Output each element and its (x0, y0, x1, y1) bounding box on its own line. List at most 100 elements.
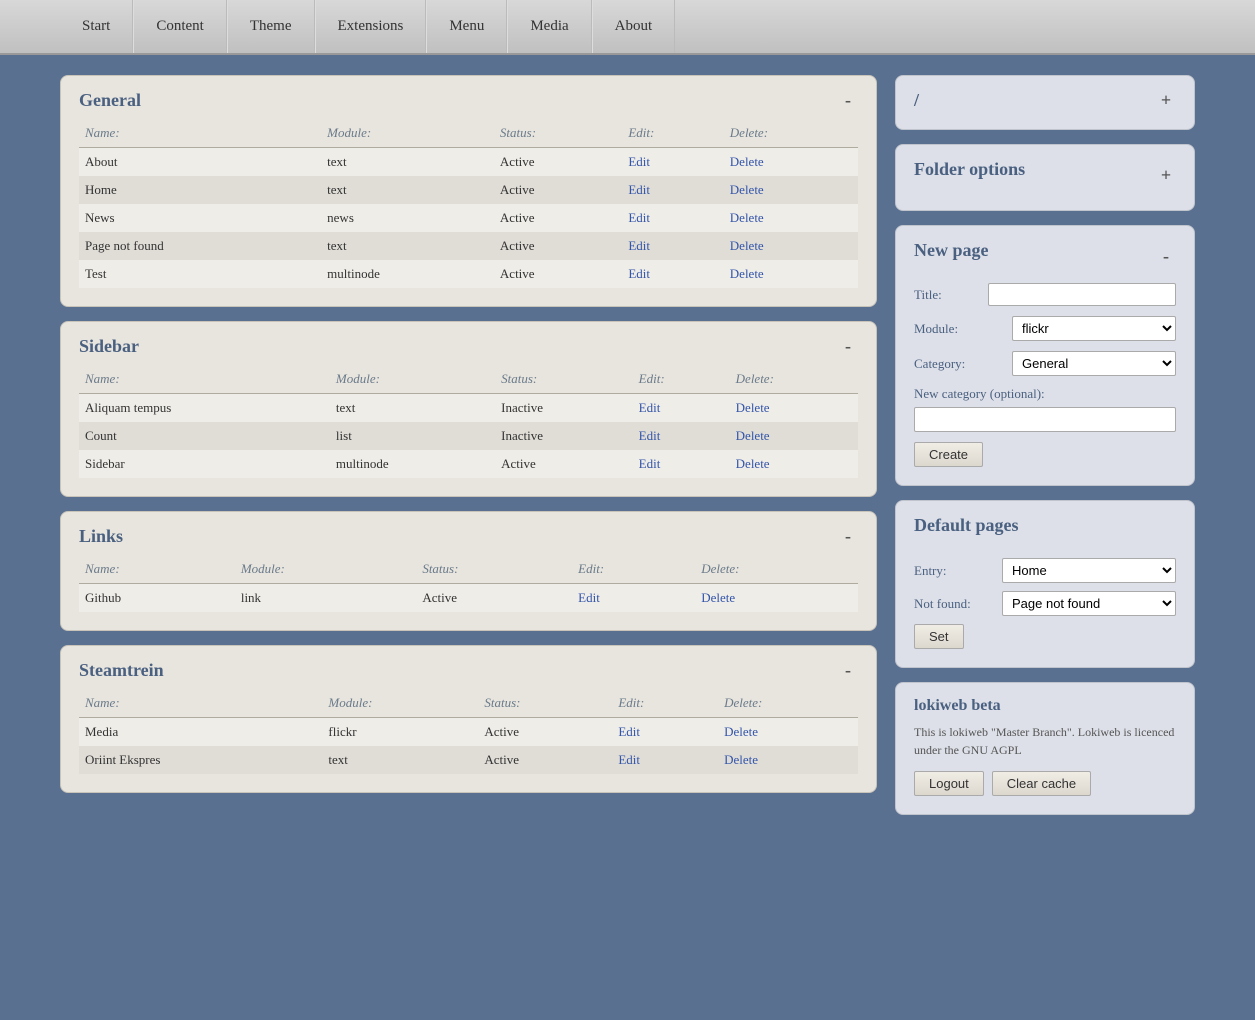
row-status: Inactive (495, 394, 633, 423)
links-section: Links - Name: Module: Status: Edit: Dele… (60, 511, 877, 631)
edit-link[interactable]: Edit (628, 154, 650, 169)
delete-link[interactable]: Delete (730, 266, 764, 281)
delete-link[interactable]: Delete (724, 752, 758, 767)
edit-link[interactable]: Edit (639, 456, 661, 471)
row-delete[interactable]: Delete (695, 584, 858, 613)
sidebar-col-edit: Edit: (633, 367, 730, 394)
edit-link[interactable]: Edit (628, 182, 650, 197)
nav-menu[interactable]: Menu (426, 0, 507, 53)
folder-toggle[interactable]: + (1156, 90, 1176, 111)
row-name: Sidebar (79, 450, 330, 478)
default-pages-header: Default pages (914, 515, 1176, 548)
folder-header: / + (914, 90, 1176, 111)
row-delete[interactable]: Delete (724, 148, 858, 177)
folder-options-toggle[interactable]: + (1156, 165, 1176, 186)
row-edit[interactable]: Edit (633, 394, 730, 423)
row-delete[interactable]: Delete (718, 718, 858, 747)
row-delete[interactable]: Delete (730, 422, 858, 450)
row-delete[interactable]: Delete (724, 176, 858, 204)
edit-link[interactable]: Edit (639, 400, 661, 415)
row-status: Active (478, 718, 612, 747)
row-name: Aliquam tempus (79, 394, 330, 423)
sidebar-toggle[interactable]: - (838, 336, 858, 357)
delete-link[interactable]: Delete (736, 456, 770, 471)
row-status: Active (494, 260, 622, 288)
new-category-group: New category (optional): Create (914, 386, 1176, 467)
row-delete[interactable]: Delete (718, 746, 858, 774)
delete-link[interactable]: Delete (724, 724, 758, 739)
row-edit[interactable]: Edit (612, 718, 718, 747)
module-select[interactable]: flickrtextnewslistlinkmultinode (1012, 316, 1176, 341)
delete-link[interactable]: Delete (730, 154, 764, 169)
folder-title: / (914, 90, 919, 111)
table-row: Github link Active Edit Delete (79, 584, 858, 613)
clear-cache-button[interactable]: Clear cache (992, 771, 1091, 796)
entry-select[interactable]: HomeAboutNewsPage not foundTest (1002, 558, 1176, 583)
links-toggle[interactable]: - (838, 526, 858, 547)
default-pages-panel: Default pages Entry: HomeAboutNewsPage n… (895, 500, 1195, 668)
nav-extensions[interactable]: Extensions (315, 0, 427, 53)
new-page-toggle[interactable]: - (1156, 246, 1176, 267)
delete-link[interactable]: Delete (736, 428, 770, 443)
nav-content[interactable]: Content (133, 0, 227, 53)
not-found-select[interactable]: HomeAboutNewsPage not foundTest (1002, 591, 1176, 616)
nav-theme[interactable]: Theme (227, 0, 315, 53)
folder-options-panel: Folder options + (895, 144, 1195, 211)
table-row: Oriint Ekspres text Active Edit Delete (79, 746, 858, 774)
edit-link[interactable]: Edit (618, 724, 640, 739)
row-delete[interactable]: Delete (724, 204, 858, 232)
not-found-row: Not found: HomeAboutNewsPage not foundTe… (914, 591, 1176, 616)
row-edit[interactable]: Edit (622, 148, 723, 177)
edit-link[interactable]: Edit (628, 266, 650, 281)
delete-link[interactable]: Delete (730, 238, 764, 253)
nav-about[interactable]: About (592, 0, 676, 53)
sidebar-col-delete: Delete: (730, 367, 858, 394)
edit-link[interactable]: Edit (628, 210, 650, 225)
edit-link[interactable]: Edit (639, 428, 661, 443)
row-delete[interactable]: Delete (724, 260, 858, 288)
folder-options-header: Folder options + (914, 159, 1176, 192)
category-select[interactable]: GeneralSidebarLinksSteamtrein (1012, 351, 1176, 376)
row-edit[interactable]: Edit (572, 584, 695, 613)
row-edit[interactable]: Edit (622, 260, 723, 288)
edit-link[interactable]: Edit (578, 590, 600, 605)
row-delete[interactable]: Delete (730, 450, 858, 478)
delete-link[interactable]: Delete (730, 182, 764, 197)
row-name: Page not found (79, 232, 321, 260)
delete-link[interactable]: Delete (701, 590, 735, 605)
nav-media[interactable]: Media (507, 0, 591, 53)
row-edit[interactable]: Edit (612, 746, 718, 774)
sidebar-section: Sidebar - Name: Module: Status: Edit: De… (60, 321, 877, 497)
beta-description: This is lokiweb "Master Branch". Lokiweb… (914, 723, 1176, 759)
row-delete[interactable]: Delete (724, 232, 858, 260)
edit-link[interactable]: Edit (618, 752, 640, 767)
entry-label: Entry: (914, 563, 994, 579)
new-category-input[interactable] (914, 407, 1176, 432)
nav-start[interactable]: Start (60, 0, 133, 53)
steamtrein-title: Steamtrein (79, 660, 164, 681)
right-column: / + Folder options + New page - Title: M… (895, 75, 1195, 815)
delete-link[interactable]: Delete (736, 400, 770, 415)
row-module: flickr (322, 718, 478, 747)
set-button[interactable]: Set (914, 624, 964, 649)
row-edit[interactable]: Edit (633, 450, 730, 478)
row-delete[interactable]: Delete (730, 394, 858, 423)
edit-link[interactable]: Edit (628, 238, 650, 253)
row-module: text (322, 746, 478, 774)
row-edit[interactable]: Edit (622, 204, 723, 232)
table-row: News news Active Edit Delete (79, 204, 858, 232)
row-edit[interactable]: Edit (622, 176, 723, 204)
category-row: Category: GeneralSidebarLinksSteamtrein (914, 351, 1176, 376)
row-edit[interactable]: Edit (622, 232, 723, 260)
logout-button[interactable]: Logout (914, 771, 984, 796)
delete-link[interactable]: Delete (730, 210, 764, 225)
steamtrein-toggle[interactable]: - (838, 660, 858, 681)
title-input[interactable] (988, 283, 1176, 306)
row-module: multinode (330, 450, 495, 478)
create-button[interactable]: Create (914, 442, 983, 467)
general-toggle[interactable]: - (838, 90, 858, 111)
title-label: Title: (914, 287, 980, 303)
row-edit[interactable]: Edit (633, 422, 730, 450)
table-row: About text Active Edit Delete (79, 148, 858, 177)
links-header: Links - (79, 526, 858, 547)
